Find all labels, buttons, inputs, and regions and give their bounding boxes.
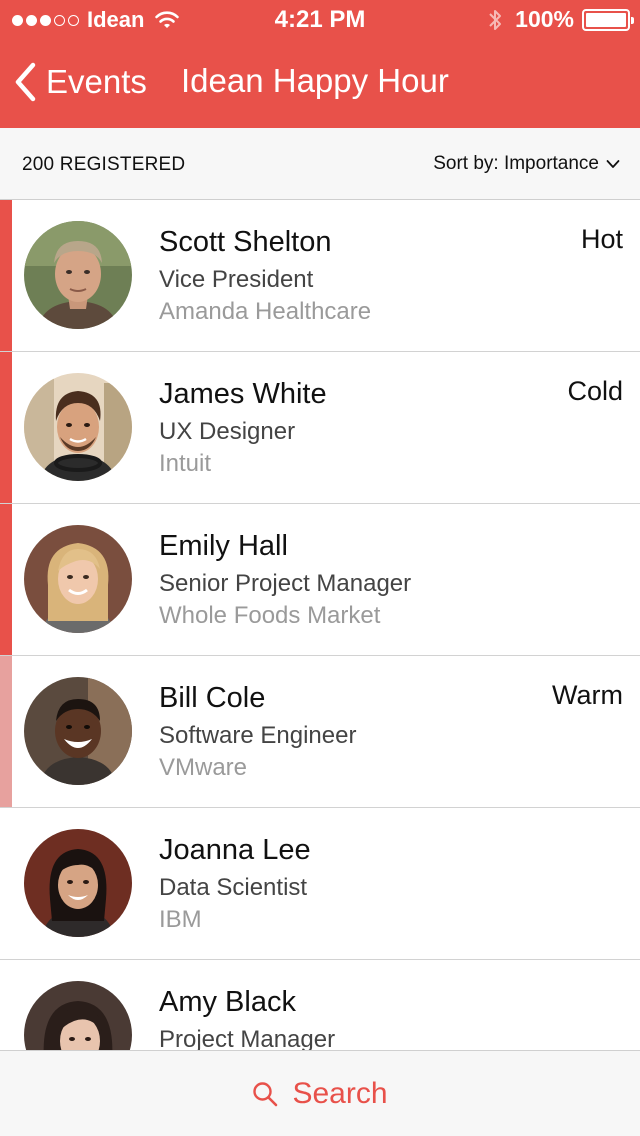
attendee-company: VMware	[159, 754, 248, 781]
status-right: 100%	[487, 6, 634, 33]
avatar	[24, 525, 132, 633]
sort-dropdown[interactable]: Sort by: Importance	[433, 153, 620, 175]
battery-icon	[582, 8, 634, 31]
app-header: Idean 4:21 PM 100% Events Idean Happy Ho…	[0, 0, 640, 128]
chevron-down-icon	[606, 160, 620, 168]
attendee-title: Software Engineer	[159, 722, 357, 749]
attendee-title: Vice President	[159, 266, 314, 293]
avatar	[24, 677, 132, 785]
search-bar-button[interactable]: Search	[0, 1050, 640, 1136]
attendee-name: Amy Black	[159, 986, 296, 1018]
priority-indicator	[0, 504, 12, 655]
priority-indicator	[0, 960, 12, 1050]
search-label: Search	[292, 1077, 388, 1110]
search-button-content: Search	[0, 1051, 640, 1136]
attendee-title: Senior Project Manager	[159, 570, 412, 597]
attendee-row[interactable]: Scott Shelton Vice President Amanda Heal…	[0, 200, 640, 352]
attendee-row[interactable]: Emily Hall Senior Project Manager Whole …	[0, 504, 640, 656]
attendee-company: Intuit	[159, 450, 212, 477]
attendee-company: Whole Foods Market	[159, 602, 381, 629]
status-bar: Idean 4:21 PM 100%	[0, 0, 640, 40]
attendee-row[interactable]: Joanna Lee Data Scientist IBM	[0, 808, 640, 960]
lead-temperature: Cold	[567, 376, 623, 406]
attendee-name: Bill Cole	[159, 682, 266, 714]
attendee-name: Emily Hall	[159, 530, 288, 562]
page-title: Idean Happy Hour	[181, 62, 449, 99]
chevron-left-icon	[15, 62, 36, 102]
list-header-bar: 200 REGISTERED Sort by: Importance	[0, 128, 640, 200]
back-button[interactable]: Events	[14, 62, 147, 102]
lead-temperature: Hot	[580, 224, 623, 254]
priority-indicator	[0, 808, 12, 959]
priority-indicator	[0, 352, 12, 503]
priority-indicator	[0, 200, 12, 351]
attendee-row[interactable]: James White UX Designer Intuit Cold	[0, 352, 640, 504]
attendee-company: Amanda Healthcare	[159, 298, 372, 325]
avatar	[24, 829, 132, 937]
attendee-title: UX Designer	[159, 418, 296, 445]
battery-percentage: 100%	[515, 6, 574, 32]
back-button-label: Events	[46, 63, 147, 100]
avatar	[24, 981, 132, 1050]
attendee-title: Project Manager	[159, 1026, 336, 1050]
navigation-bar: Events Idean Happy Hour	[0, 40, 640, 128]
attendee-name: Scott Shelton	[159, 226, 332, 258]
registered-count: 200 REGISTERED	[22, 154, 186, 175]
bluetooth-icon	[489, 9, 502, 30]
attendee-name: James White	[159, 378, 327, 410]
priority-indicator	[0, 656, 12, 807]
attendee-list[interactable]: Scott Shelton Vice President Amanda Heal…	[0, 200, 640, 1050]
sort-label: Sort by: Importance	[433, 153, 599, 174]
attendee-row[interactable]: Amy Black Project Manager	[0, 960, 640, 1050]
avatar	[24, 373, 132, 481]
search-icon	[253, 1082, 278, 1107]
attendee-row[interactable]: Bill Cole Software Engineer VMware Warm	[0, 656, 640, 808]
attendee-title: Data Scientist	[159, 874, 308, 901]
lead-temperature: Warm	[552, 680, 623, 710]
attendee-company: IBM	[159, 906, 202, 933]
avatar	[24, 221, 132, 329]
attendee-name: Joanna Lee	[159, 834, 311, 866]
